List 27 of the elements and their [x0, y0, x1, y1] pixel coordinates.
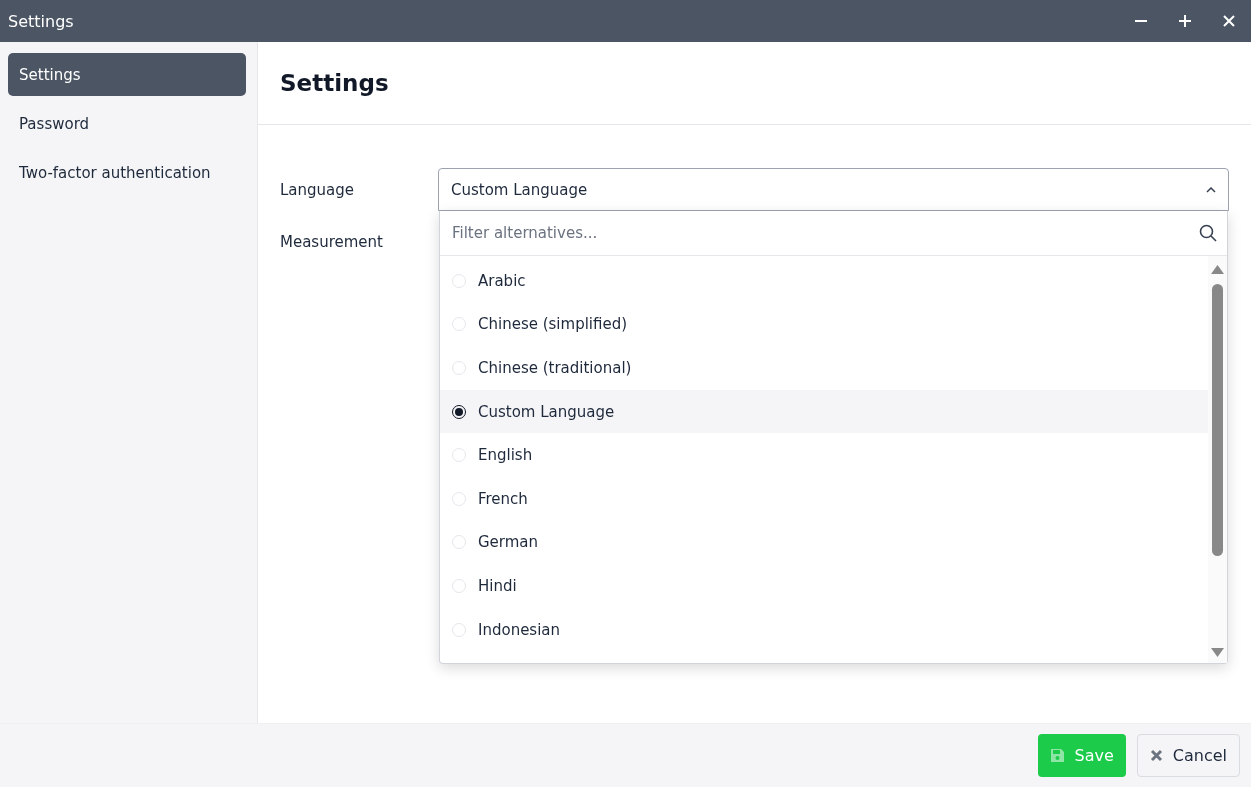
- scrollbar[interactable]: [1208, 256, 1227, 663]
- close-icon[interactable]: [1223, 15, 1235, 27]
- field-label: Language: [280, 180, 356, 199]
- language-option[interactable]: Chinese (simplified): [440, 302, 1208, 347]
- language-option[interactable]: Hindi: [440, 564, 1208, 608]
- filter-field[interactable]: Filter alternatives...: [450, 223, 1199, 243]
- close-icon: [1149, 749, 1163, 762]
- sidebar-item[interactable]: Settings: [8, 53, 246, 96]
- language-option[interactable]: Arabic: [440, 259, 1208, 303]
- language-select[interactable]: Custom Language: [438, 168, 1229, 211]
- language-option[interactable]: English: [440, 433, 1208, 477]
- cancel-button[interactable]: Cancel: [1136, 734, 1240, 777]
- plus-icon[interactable]: [1178, 14, 1192, 28]
- search-icon: [1199, 224, 1217, 242]
- scroll-up-icon[interactable]: [1211, 265, 1224, 274]
- page-title: Settings: [280, 70, 389, 96]
- language-option[interactable]: French: [440, 476, 1208, 521]
- language-option[interactable]: Chinese (traditional): [440, 346, 1208, 390]
- language-option[interactable]: Indonesian: [440, 607, 1208, 652]
- window-title: Settings: [8, 11, 75, 31]
- field-label: Measurement: [280, 233, 384, 251]
- sidebar-item[interactable]: Password: [8, 102, 246, 145]
- sidebar-item[interactable]: Two-factor authentication: [8, 151, 246, 194]
- chevron-up-icon: [1206, 186, 1216, 193]
- language-option[interactable]: Custom Language: [440, 389, 1208, 434]
- language-option[interactable]: German: [440, 520, 1208, 565]
- scroll-down-icon[interactable]: [1211, 648, 1224, 657]
